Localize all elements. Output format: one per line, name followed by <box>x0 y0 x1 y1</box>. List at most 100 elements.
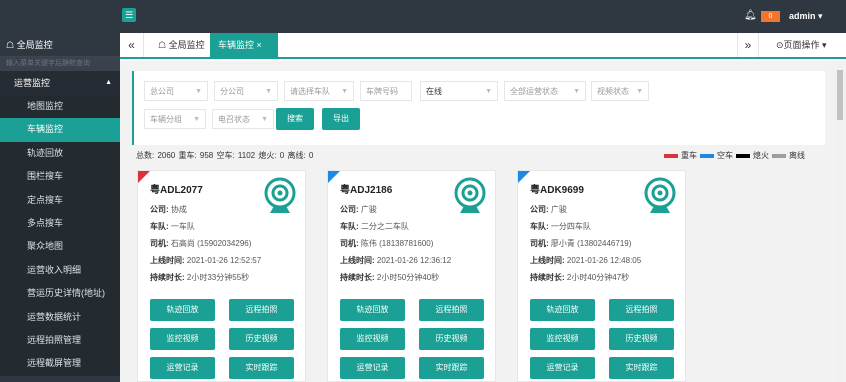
sidebar-item[interactable]: 定点搜车 <box>0 188 120 212</box>
status-corner <box>518 171 530 183</box>
card-row-duration: 持续时长: 2小时50分钟40秒 <box>340 272 439 283</box>
field-value: 广骏 <box>360 205 377 214</box>
user-menu[interactable]: admin ▾ <box>789 11 823 22</box>
sidebar-item[interactable]: 远程截屏管理 <box>0 352 120 376</box>
legend-swatch-offline <box>772 153 786 158</box>
card-button[interactable]: 历史视频 <box>229 328 294 350</box>
field-value: 2小时33分钟55秒 <box>186 273 250 282</box>
card-button[interactable]: 运营记录 <box>340 357 405 379</box>
card-button[interactable]: 运营记录 <box>150 357 215 379</box>
sidebar-item[interactable]: 地图监控 <box>0 95 120 119</box>
top-bar: ☰ 🔔︎ 0 admin ▾ <box>0 0 846 33</box>
card-row-driver: 司机: 陈伟 (18138781600) <box>340 238 433 249</box>
bell-icon[interactable]: 🔔︎ <box>744 10 757 21</box>
field-label: 车队: <box>340 222 359 231</box>
sidebar-item[interactable]: 远程拍照管理 <box>0 328 120 353</box>
card-button[interactable]: 远程拍照 <box>419 299 484 321</box>
plate-number: 粤ADK9699 <box>530 185 584 196</box>
chevron-down-icon: ▼ <box>193 116 200 123</box>
notification-badge[interactable]: 0 <box>761 11 780 22</box>
card-button[interactable]: 监控视频 <box>530 328 595 350</box>
status-corner <box>138 171 150 183</box>
sidebar-item[interactable]: 多点搜车 <box>0 211 120 236</box>
camera-icon[interactable] <box>452 177 488 215</box>
select-value: 分公司 <box>220 87 244 96</box>
sidebar-item[interactable]: 围栏搜车 <box>0 165 120 189</box>
vehicle-stats: 总数: 2060 重车: 958 空车: 1102 熄火: 0 离线: 0 <box>136 151 314 160</box>
field-label: 车队: <box>530 222 549 231</box>
tab-prev-icon[interactable]: « <box>120 33 144 57</box>
vehicle-card: 粤ADK9699 公司: 广骏 车队: 一分四车队 司机: 廖小青 (1380244… <box>517 170 686 382</box>
card-button[interactable]: 运营记录 <box>530 357 595 379</box>
card-button[interactable]: 监控视频 <box>150 328 215 350</box>
chevron-down-icon: ▼ <box>265 88 272 95</box>
card-button[interactable]: 轨迹回放 <box>150 299 215 321</box>
sidebar-item[interactable]: 轨迹回放 <box>0 141 120 166</box>
sidebar-item[interactable]: 聚众地图 <box>0 235 120 259</box>
camera-icon[interactable] <box>262 177 298 215</box>
field-value: 2021-01-26 12:48:05 <box>566 256 642 265</box>
field-value: 2小时50分钟40秒 <box>376 273 440 282</box>
chevron-down-icon: ▼ <box>341 88 348 95</box>
main-content: 总公司 ▼ 分公司 ▼ 请选择车队 ▼ 车牌号码 在线 ▼ 全部运营状态 ▼ 视频状态 ▼ … <box>120 61 846 382</box>
branch-company-select[interactable]: 分公司 ▼ <box>214 81 278 101</box>
card-button[interactable]: 轨迹回放 <box>530 299 595 321</box>
card-button[interactable]: 历史视频 <box>609 328 674 350</box>
card-row-fleet: 车队: 一车队 <box>150 221 195 232</box>
vehicle-group-select[interactable]: 车辆分组 ▼ <box>144 109 206 129</box>
dispatch-status-select[interactable]: 电召状态 ▼ <box>212 109 274 129</box>
export-button[interactable]: 导出 <box>322 108 360 130</box>
card-button[interactable]: 远程拍照 <box>609 299 674 321</box>
tab-next-icon[interactable]: » <box>737 33 759 57</box>
field-label: 司机: <box>150 239 169 248</box>
video-status-select[interactable]: 视频状态 ▼ <box>591 81 649 101</box>
operation-status-select[interactable]: 全部运营状态 ▼ <box>504 81 586 101</box>
parent-company-select[interactable]: 总公司 ▼ <box>144 81 208 101</box>
menu-toggle-icon[interactable]: ☰ <box>122 8 136 22</box>
scrollbar-thumb[interactable] <box>837 70 843 120</box>
card-button[interactable]: 轨迹回放 <box>340 299 405 321</box>
card-button[interactable]: 监控视频 <box>340 328 405 350</box>
sidebar-item[interactable]: 运营收入明细 <box>0 258 120 283</box>
field-label: 司机: <box>530 239 549 248</box>
sidebar: ☖ 全局监控 输入菜单关键字后静默查询 运营监控 ▲ 地图监控 车辆监控 轨迹回放围… <box>0 33 120 382</box>
field-label: 持续时长: <box>150 273 185 282</box>
sidebar-item[interactable]: 运营数据统计 <box>0 305 120 329</box>
page-operations-menu[interactable]: ⊙页面操作 ▾ <box>776 33 827 57</box>
card-row-online: 上线时间: 2021-01-26 12:48:05 <box>530 255 641 266</box>
card-button[interactable]: 历史视频 <box>419 328 484 350</box>
plate-number-input[interactable]: 车牌号码 <box>360 81 412 101</box>
sidebar-item[interactable]: 车辆监控 <box>0 118 120 142</box>
field-value: 一车队 <box>170 222 195 231</box>
tab-global-monitor[interactable]: ☖ 全局监控 <box>150 33 213 57</box>
input-placeholder: 车牌号码 <box>366 87 398 96</box>
card-row-duration: 持续时长: 2小时33分钟55秒 <box>150 272 249 283</box>
field-label: 公司: <box>340 205 359 214</box>
sidebar-item[interactable]: 营运历史详情(地址) <box>0 282 120 306</box>
select-value: 车辆分组 <box>150 115 182 124</box>
card-button[interactable]: 远程拍照 <box>229 299 294 321</box>
card-button[interactable]: 实时跟踪 <box>419 357 484 379</box>
vertical-scrollbar[interactable] <box>836 62 844 382</box>
sidebar-search-input[interactable]: 输入菜单关键字后静默查询 <box>0 57 120 71</box>
card-button[interactable]: 实时跟踪 <box>229 357 294 379</box>
fleet-select[interactable]: 请选择车队 ▼ <box>284 81 354 101</box>
tab-vehicle-monitor[interactable]: 车辆监控 × <box>210 33 278 57</box>
camera-icon[interactable] <box>642 177 678 215</box>
sidebar-global-monitor[interactable]: ☖ 全局监控 <box>0 33 120 57</box>
online-status-select[interactable]: 在线 ▼ <box>420 81 498 101</box>
search-button[interactable]: 搜索 <box>276 108 314 130</box>
card-button[interactable]: 实时跟踪 <box>609 357 674 379</box>
select-value: 请选择车队 <box>290 87 330 96</box>
plate-number: 粤ADJ2186 <box>340 185 393 196</box>
sidebar-group-operations[interactable]: 运营监控 ▲ <box>0 71 120 95</box>
card-row-company: 公司: 广骏 <box>340 204 377 215</box>
field-label: 持续时长: <box>340 273 375 282</box>
select-value: 电召状态 <box>218 115 250 124</box>
vehicle-card: 粤ADL2077 公司: 协成 车队: 一车队 司机: 石高尚 (159020342… <box>137 170 306 382</box>
card-row-online: 上线时间: 2021-01-26 12:36:12 <box>340 255 451 266</box>
vehicle-card: 粤ADJ2186 公司: 广骏 车队: 二分之二车队 司机: 陈伟 (1813878… <box>327 170 496 382</box>
select-value: 全部运营状态 <box>510 87 558 96</box>
field-value: 陈伟 (18138781600) <box>360 239 434 248</box>
card-row-driver: 司机: 廖小青 (13802446719) <box>530 238 631 249</box>
